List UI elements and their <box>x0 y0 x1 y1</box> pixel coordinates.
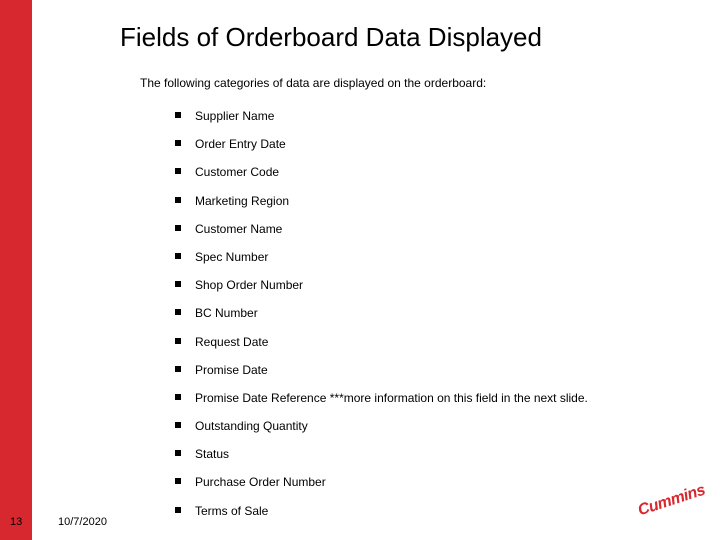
list-item: Shop Order Number <box>175 277 655 293</box>
bullet-text: Spec Number <box>195 249 268 265</box>
bullet-text: Promise Date Reference ***more informati… <box>195 390 588 406</box>
list-item: Status <box>175 446 655 462</box>
bullet-icon <box>175 140 181 146</box>
bullet-icon <box>175 478 181 484</box>
intro-text: The following categories of data are dis… <box>140 76 486 90</box>
bullet-icon <box>175 253 181 259</box>
bullet-icon <box>175 112 181 118</box>
bullet-icon <box>175 225 181 231</box>
list-item: Request Date <box>175 334 655 350</box>
bullet-icon <box>175 450 181 456</box>
bullet-text: BC Number <box>195 305 258 321</box>
bullet-text: Request Date <box>195 334 268 350</box>
list-item: Spec Number <box>175 249 655 265</box>
bullet-icon <box>175 281 181 287</box>
accent-bar <box>0 0 32 540</box>
list-item: Purchase Order Number <box>175 474 655 490</box>
list-item: BC Number <box>175 305 655 321</box>
bullet-icon <box>175 507 181 513</box>
slide-date: 10/7/2020 <box>58 516 107 528</box>
slide-title: Fields of Orderboard Data Displayed <box>120 22 542 53</box>
slide-number: 13 <box>10 516 22 528</box>
bullet-icon <box>175 197 181 203</box>
bullet-icon <box>175 394 181 400</box>
bullet-icon <box>175 168 181 174</box>
bullet-icon <box>175 366 181 372</box>
bullet-icon <box>175 309 181 315</box>
list-item: Outstanding Quantity <box>175 418 655 434</box>
bullet-text: Order Entry Date <box>195 136 286 152</box>
bullet-icon <box>175 422 181 428</box>
list-item: Order Entry Date <box>175 136 655 152</box>
list-item: Marketing Region <box>175 193 655 209</box>
bullet-text: Customer Code <box>195 164 279 180</box>
bullet-list: Supplier Name Order Entry Date Customer … <box>175 108 655 531</box>
bullet-text: Status <box>195 446 229 462</box>
bullet-text: Purchase Order Number <box>195 474 326 490</box>
bullet-text: Terms of Sale <box>195 503 268 519</box>
bullet-text: Marketing Region <box>195 193 289 209</box>
bullet-text: Shop Order Number <box>195 277 303 293</box>
bullet-text: Supplier Name <box>195 108 274 124</box>
list-item: Customer Name <box>175 221 655 237</box>
list-item: Promise Date Reference ***more informati… <box>175 390 655 406</box>
bullet-text: Outstanding Quantity <box>195 418 308 434</box>
bullet-text: Customer Name <box>195 221 282 237</box>
list-item: Terms of Sale <box>175 503 655 519</box>
bullet-icon <box>175 338 181 344</box>
list-item: Supplier Name <box>175 108 655 124</box>
bullet-text: Promise Date <box>195 362 268 378</box>
list-item: Promise Date <box>175 362 655 378</box>
list-item: Customer Code <box>175 164 655 180</box>
